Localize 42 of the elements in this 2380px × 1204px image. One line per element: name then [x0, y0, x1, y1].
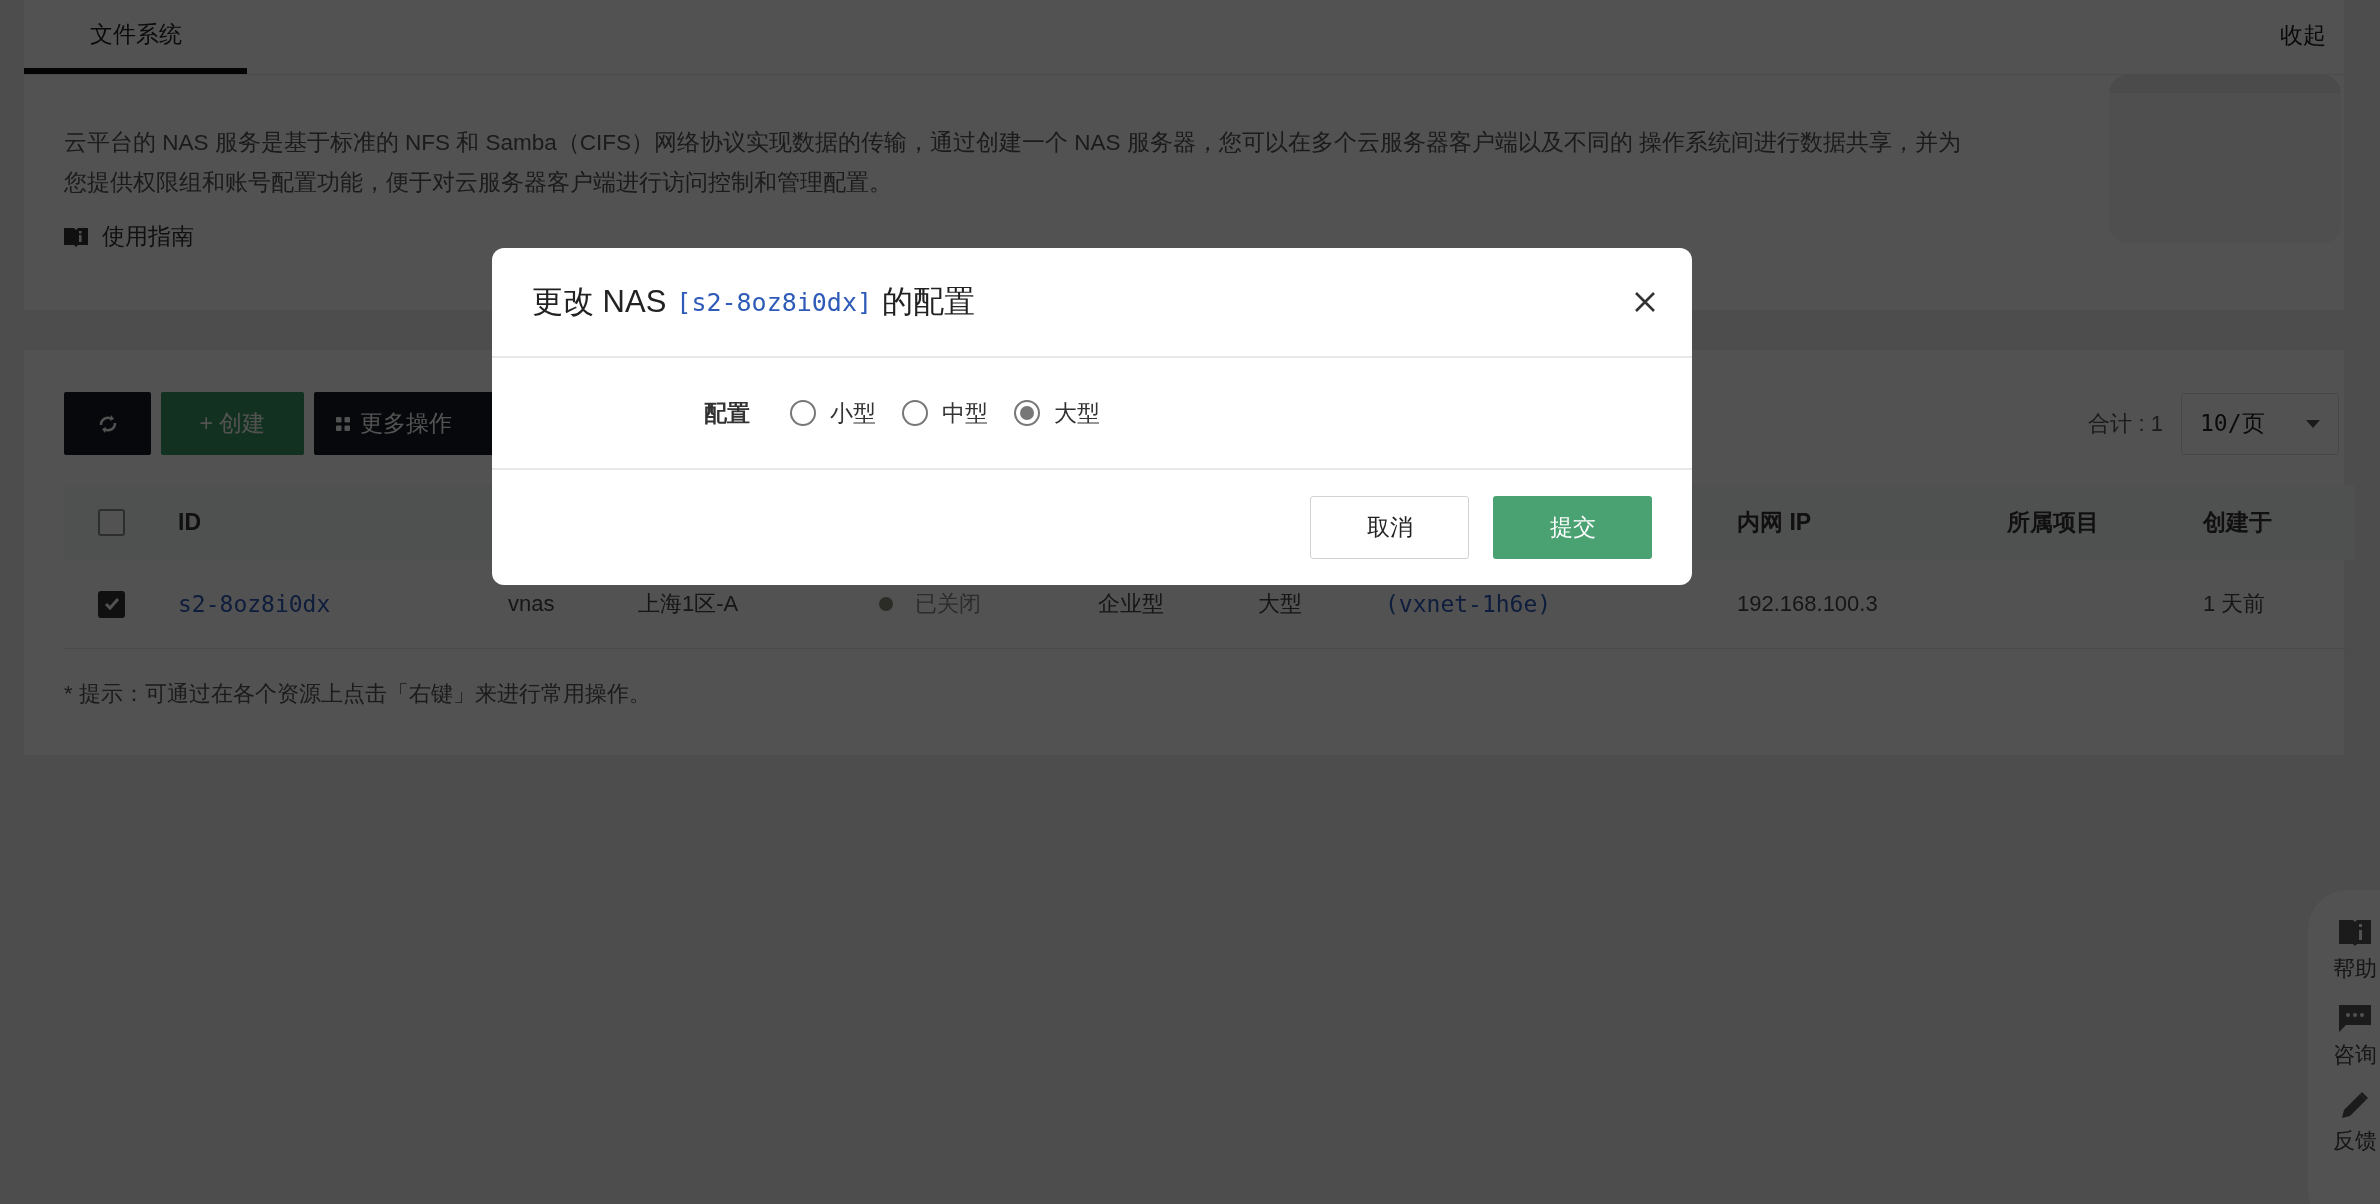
table-cell-text: 企业型 [1098, 590, 1165, 618]
side-panel-item[interactable]: 帮助 [2333, 954, 2377, 984]
table-cell-text: 上海1区-A [638, 590, 740, 618]
submit-button[interactable]: 提交 [1493, 496, 1652, 559]
table-cell-text: vnas [508, 591, 556, 617]
column-header: 创建于 [2203, 508, 2273, 537]
grid-icon [336, 416, 350, 431]
close-icon [1634, 291, 1656, 313]
collapse-link[interactable]: 收起 [2280, 20, 2326, 51]
table-cell-text: 1 天前 [2203, 590, 2267, 618]
field-label: 配置 [704, 398, 750, 428]
page-size-select[interactable]: 10/页 [2181, 392, 2339, 455]
column-header: ID [178, 509, 202, 536]
radio-option[interactable]: 中型 [902, 397, 988, 429]
caret-icon [2306, 419, 2320, 428]
table-cell-text: 大型 [1258, 590, 1303, 618]
book-info-icon [2338, 918, 2372, 948]
network-link[interactable]: (vxnet-1h6e) [1385, 591, 1737, 617]
guide-link[interactable]: 使用指南 [102, 221, 194, 252]
radio-option[interactable]: 小型 [790, 397, 876, 429]
status-dot [879, 597, 893, 611]
radio-circle[interactable] [790, 400, 816, 426]
column-header: 所属项目 [2007, 508, 2100, 537]
resource-id: [s2-8oz8i0dx] [676, 287, 873, 317]
resource-id-link[interactable]: s2-8oz8i0dx [178, 591, 508, 617]
chat-icon [2338, 1004, 2372, 1034]
radio-option[interactable]: 大型 [1014, 397, 1100, 429]
side-panel-item[interactable]: 咨询 [2333, 1040, 2377, 1070]
select-all-checkbox[interactable] [98, 509, 125, 536]
dialog-title-suffix: 的配置 [882, 283, 976, 321]
check-icon [103, 597, 120, 611]
tab[interactable]: 文件系统 [24, 0, 247, 74]
column-header: 内网 IP [1737, 508, 1813, 537]
radio-circle[interactable] [1014, 400, 1040, 426]
cancel-button[interactable]: 取消 [1310, 496, 1469, 559]
dialog-title: 更改 NAS [532, 283, 667, 321]
pencil-icon [2340, 1090, 2370, 1120]
book-icon [64, 226, 88, 247]
table-cell-text: 192.168.100.3 [1737, 591, 1879, 617]
row-checkbox[interactable] [98, 590, 125, 618]
radio-circle[interactable] [902, 400, 928, 426]
side-panel-item[interactable]: 反馈 [2333, 1126, 2377, 1156]
